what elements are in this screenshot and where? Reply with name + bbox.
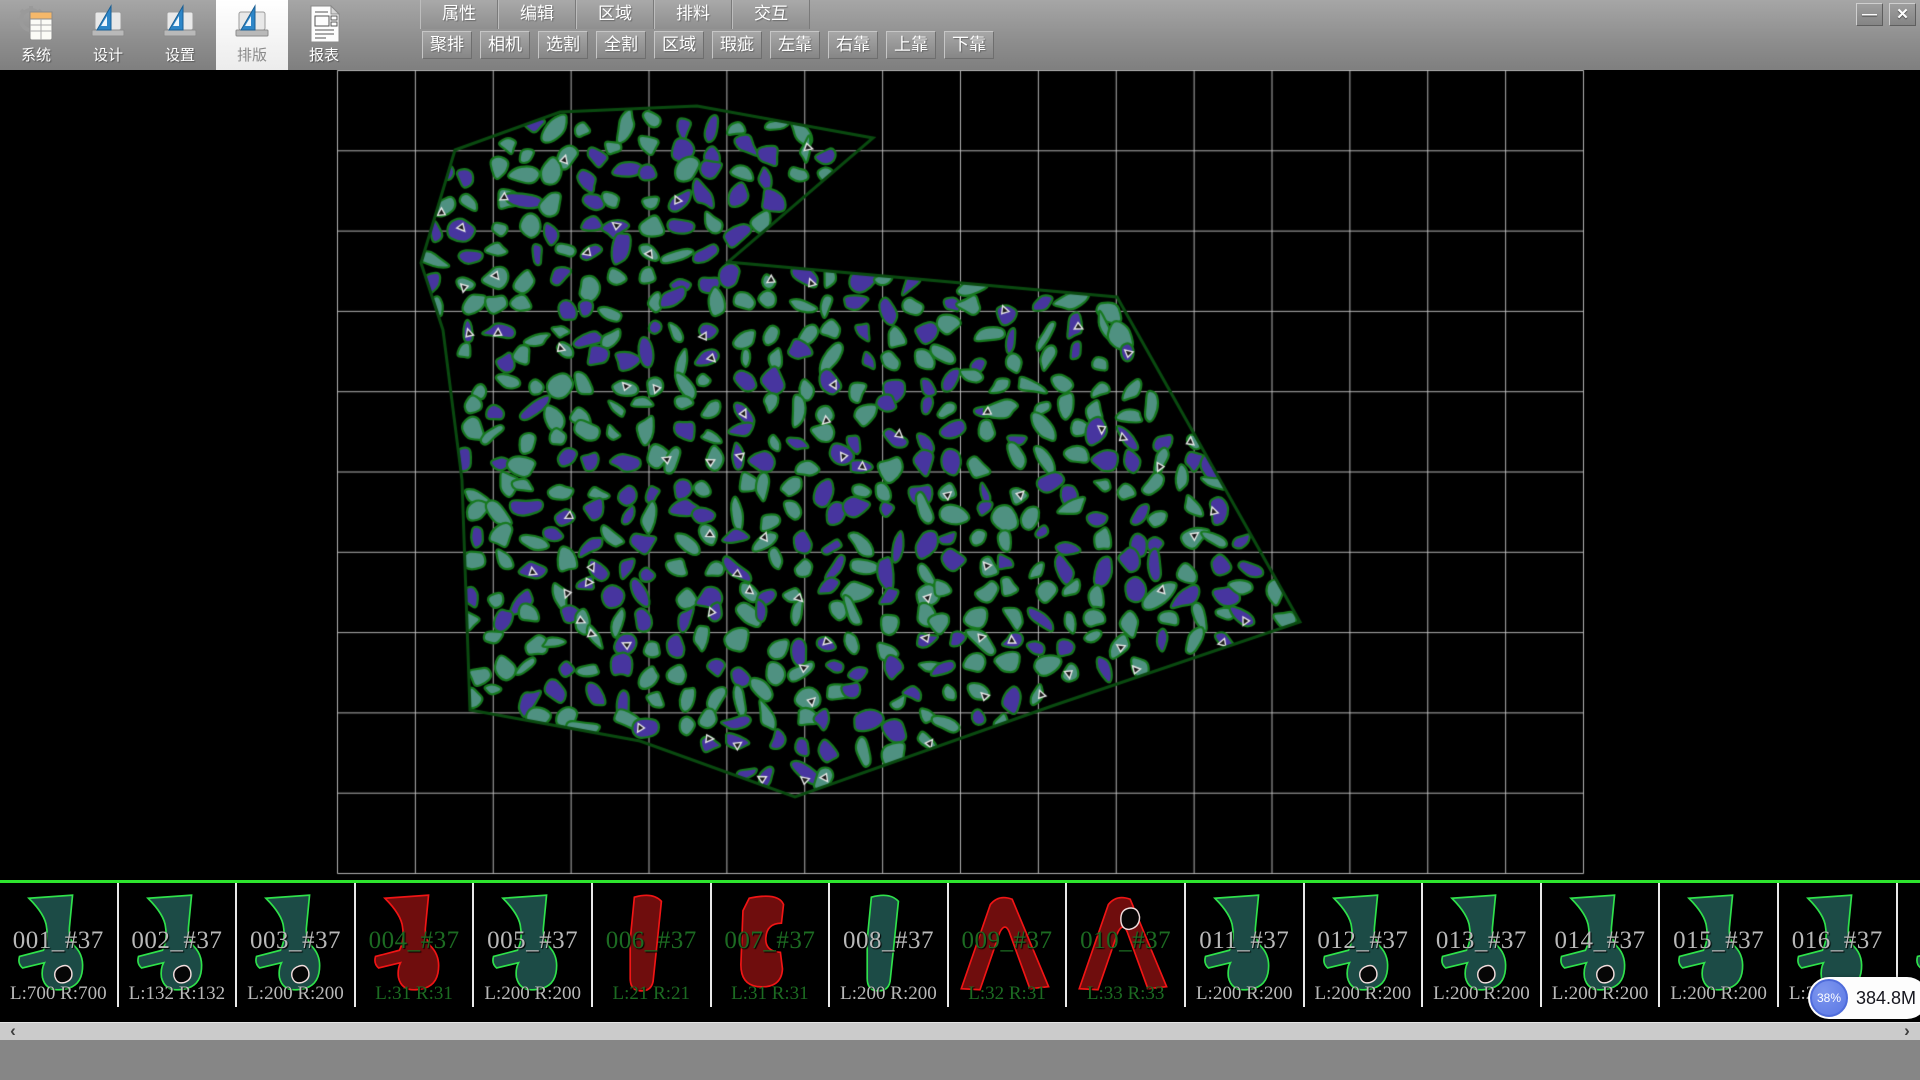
piece-shape <box>718 885 822 1003</box>
menu-tab[interactable]: 编辑 <box>498 0 576 29</box>
piece-shape <box>599 885 703 1003</box>
top-toolbar: 系统设计设置排版报表 属性编辑区域排料交互 聚排相机选割全割区域瑕疵左靠右靠上靠… <box>0 0 1920 71</box>
scroll-left-arrow-icon[interactable]: ‹ <box>0 1023 26 1041</box>
piece-thumbnail[interactable]: 012_#37L:200 R:200 <box>1305 883 1424 1007</box>
piece-thumbnail[interactable]: 002_#37L:132 R:132 <box>119 883 238 1007</box>
piece-thumbnail[interactable]: 010_#37L:33 R:33 <box>1067 883 1186 1007</box>
piece-thumbnail[interactable]: 008_#37L:200 R:200 <box>830 883 949 1007</box>
piece-shape <box>125 885 229 1003</box>
ribbon-tab-系统[interactable]: 系统 <box>0 0 72 70</box>
piece-thumbnail[interactable]: 013_#37L:200 R:200 <box>1423 883 1542 1007</box>
tool-button[interactable]: 上靠 <box>886 31 936 59</box>
tool-button[interactable]: 右靠 <box>828 31 878 59</box>
laptop-ruler-icon <box>232 3 272 45</box>
laptop-ruler-icon <box>160 3 200 45</box>
ribbon-tab-报表[interactable]: 报表 <box>288 0 360 70</box>
piece-thumbnail[interactable]: 004_#37L:31 R:31 <box>356 883 475 1007</box>
tool-button[interactable]: 瑕疵 <box>712 31 762 59</box>
piece-shape <box>1311 885 1415 1003</box>
piece-shape <box>1429 885 1533 1003</box>
ribbon-tab-label: 报表 <box>309 47 339 65</box>
menu-tab[interactable]: 属性 <box>420 0 498 29</box>
ribbon-tab-label: 设计 <box>93 47 123 65</box>
report-icon <box>304 3 344 45</box>
piece-shape <box>836 885 940 1003</box>
minimize-button[interactable]: — <box>1856 3 1883 26</box>
tool-button[interactable]: 下靠 <box>944 31 994 59</box>
piece-shape <box>362 885 466 1003</box>
piece-shape <box>1073 885 1177 1003</box>
progress-badge: 38% 384.8M <box>1808 977 1920 1019</box>
tool-button[interactable]: 选割 <box>538 31 588 59</box>
piece-thumbnail[interactable]: 011_#37L:200 R:200 <box>1186 883 1305 1007</box>
ribbon-tab-label: 设置 <box>165 47 195 65</box>
scroll-right-arrow-icon[interactable]: › <box>1894 1023 1920 1041</box>
piece-shape <box>1548 885 1652 1003</box>
memory-usage-label: 384.8M <box>1856 988 1916 1009</box>
menu-tab[interactable]: 交互 <box>732 0 810 29</box>
menu-tab-row: 属性编辑区域排料交互 <box>420 0 810 29</box>
close-button[interactable]: ✕ <box>1889 3 1916 26</box>
status-bar <box>0 1040 1920 1080</box>
piece-shape <box>1192 885 1296 1003</box>
ribbon-tab-label: 排版 <box>237 47 267 65</box>
piece-shape <box>955 885 1059 1003</box>
ribbon-tab-label: 系统 <box>21 47 51 65</box>
tool-button-row: 聚排相机选割全割区域瑕疵左靠右靠上靠下靠 <box>422 31 994 61</box>
nesting-application-window: { "window": {"minimize_glyph":"—","close… <box>0 0 1920 1080</box>
laptop-ruler-icon <box>88 3 128 45</box>
piece-thumbnail[interactable]: 001_#37L:700 R:700 <box>0 883 119 1007</box>
piece-thumbnail[interactable]: 007_#37L:31 R:31 <box>712 883 831 1007</box>
piece-thumbnail[interactable]: 003_#37L:200 R:200 <box>237 883 356 1007</box>
mode-icon-tabs: 系统 设计 设置 排版 报表 <box>0 0 360 70</box>
tool-button[interactable]: 左靠 <box>770 31 820 59</box>
menu-tab[interactable]: 区域 <box>576 0 654 29</box>
piece-shape <box>243 885 347 1003</box>
ribbon-tab-排版[interactable]: 排版 <box>216 0 288 70</box>
ribbon-tab-设置[interactable]: 设置 <box>144 0 216 70</box>
system-gear-icon <box>16 3 56 45</box>
piece-thumbnail[interactable]: 009_#37L:32 R:31 <box>949 883 1068 1007</box>
piece-thumbnail[interactable]: 006_#37L:21 R:21 <box>593 883 712 1007</box>
menu-tab[interactable]: 排料 <box>654 0 732 29</box>
piece-thumbnail-strip: 001_#37L:700 R:700002_#37L:132 R:132003_… <box>0 880 1920 1010</box>
piece-shape <box>480 885 584 1003</box>
progress-percent-badge: 38% <box>1810 979 1848 1017</box>
tool-button[interactable]: 相机 <box>480 31 530 59</box>
window-controls: — ✕ <box>1856 3 1916 26</box>
tool-button[interactable]: 全割 <box>596 31 646 59</box>
piece-thumbnail-list: 001_#37L:700 R:700002_#37L:132 R:132003_… <box>0 883 1920 1007</box>
tool-button[interactable]: 区域 <box>654 31 704 59</box>
tool-button[interactable]: 聚排 <box>422 31 472 59</box>
piece-thumbnail[interactable]: 015_#37L:200 R:200 <box>1660 883 1779 1007</box>
piece-shape <box>6 885 110 1003</box>
horizontal-scrollbar[interactable]: ‹ › <box>0 1022 1920 1040</box>
nesting-canvas[interactable] <box>0 70 1920 880</box>
piece-thumbnail[interactable]: 014_#37L:200 R:200 <box>1542 883 1661 1007</box>
piece-shape <box>1666 885 1770 1003</box>
ribbon-tab-设计[interactable]: 设计 <box>72 0 144 70</box>
piece-thumbnail[interactable]: 005_#37L:200 R:200 <box>474 883 593 1007</box>
